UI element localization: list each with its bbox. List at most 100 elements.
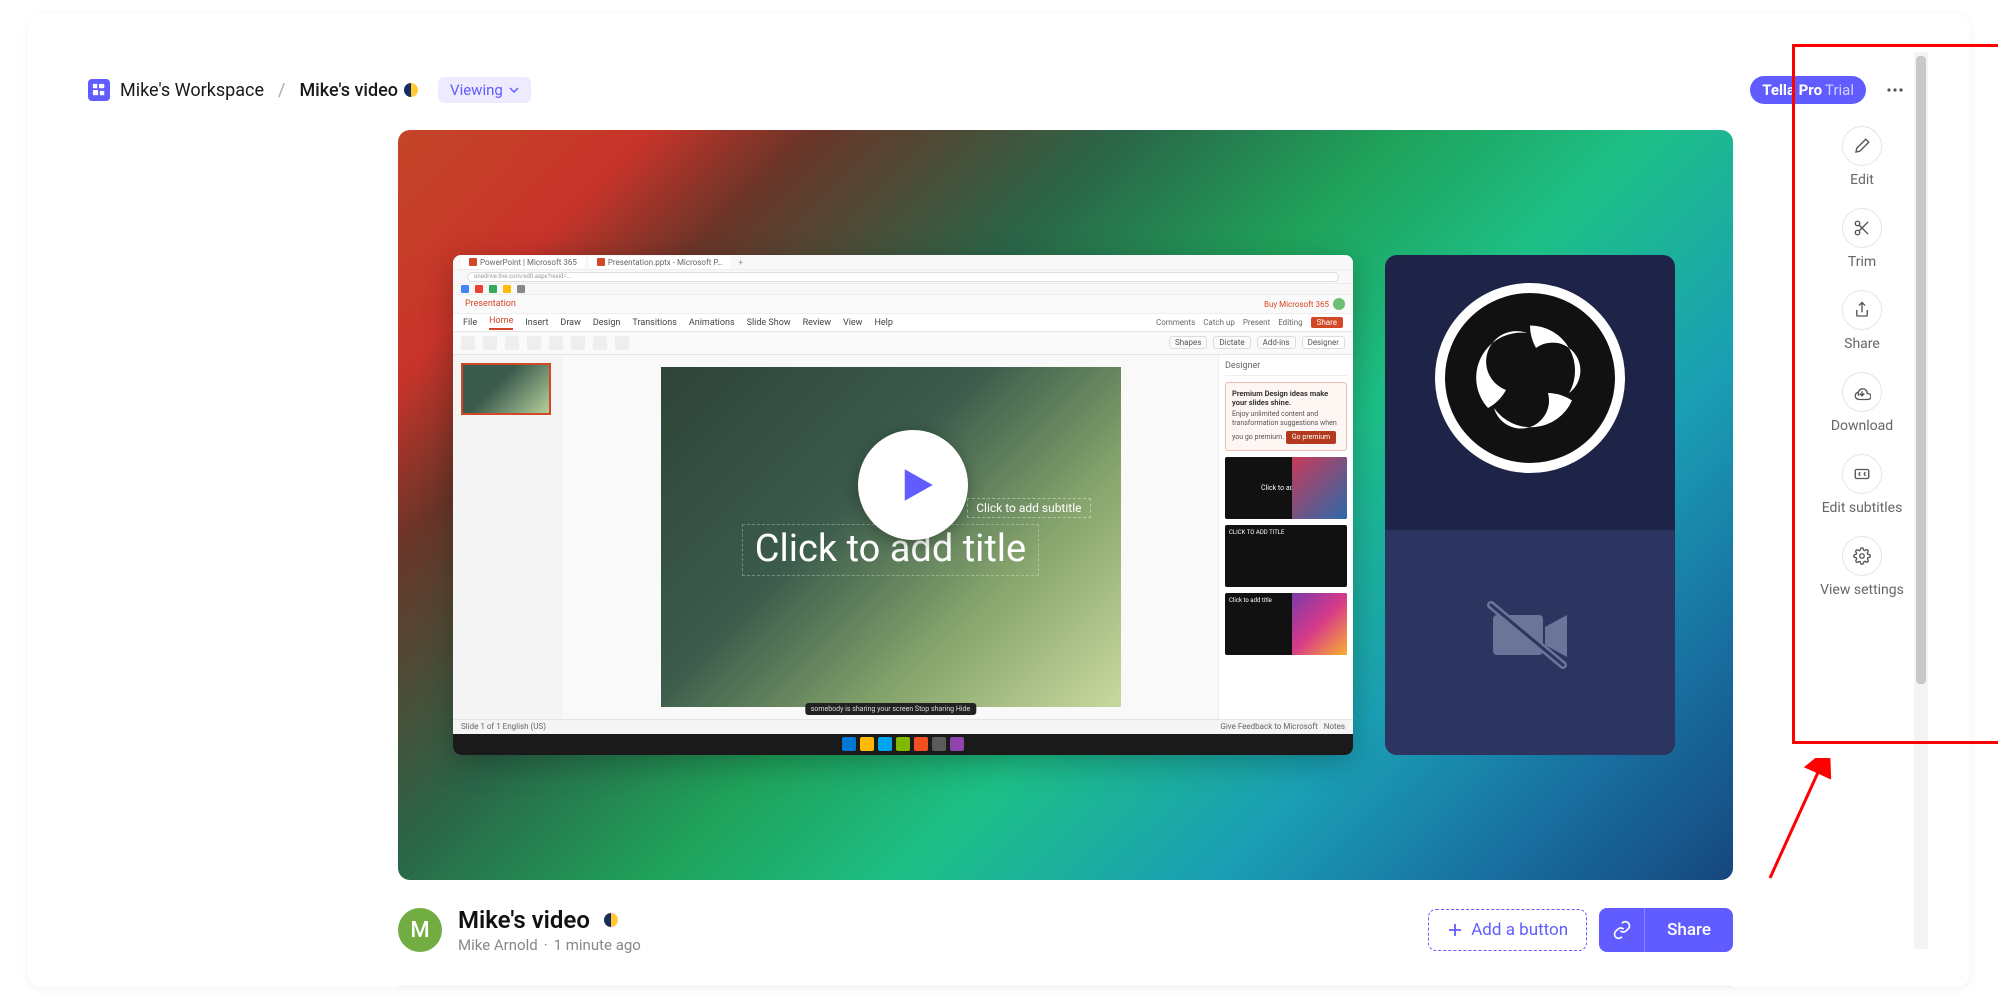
share-button[interactable]: Share: [1645, 908, 1733, 952]
view-settings-action[interactable]: View settings: [1820, 536, 1904, 598]
tool-icon: [593, 336, 607, 350]
design-suggestion-2: CLICK TO ADD TITLE: [1225, 525, 1347, 587]
timestamp: 1 minute ago: [554, 936, 641, 954]
privacy-dot-icon: [404, 83, 418, 97]
breadcrumb-video[interactable]: Mike's video: [299, 80, 398, 101]
link-icon: [1612, 920, 1632, 940]
copy-link-button[interactable]: [1599, 908, 1645, 952]
taskbar-icon: [950, 737, 964, 751]
bookmark-icon: [503, 285, 511, 293]
video-meta: Mike's video Mike Arnold·1 minute ago: [458, 906, 641, 954]
video-info-row: M Mike's video Mike Arnold·1 minute ago …: [398, 902, 1733, 958]
play-icon: [896, 464, 938, 506]
taskbar-icon: [896, 737, 910, 751]
subtitle-placeholder: Click to add subtitle: [967, 498, 1090, 518]
taskbar-icon: [914, 737, 928, 751]
ppt-toolbar: Shapes Dictate Add-ins Designer: [453, 332, 1353, 355]
bookmark-icon: [517, 285, 525, 293]
viewing-status-pill[interactable]: Viewing: [438, 77, 531, 103]
taskbar-icon: [878, 737, 892, 751]
bookmark-icon: [461, 285, 469, 293]
taskbar-icon: [860, 737, 874, 751]
tool-icon: [461, 336, 475, 350]
workspace-icon[interactable]: [88, 79, 110, 101]
designer-header: Designer: [1225, 361, 1347, 376]
edit-action[interactable]: Edit: [1842, 126, 1882, 188]
breadcrumb: Mike's Workspace / Mike's video: [120, 80, 418, 101]
ellipsis-icon: [1885, 80, 1905, 100]
ppt-app-header: Presentation Buy Microsoft 365: [453, 295, 1353, 314]
share-icon: [1853, 301, 1871, 319]
slide-thumbnails: [453, 355, 563, 719]
new-tab-icon: +: [738, 258, 743, 267]
breadcrumb-workspace[interactable]: Mike's Workspace: [120, 80, 264, 101]
download-icon: [1853, 383, 1871, 401]
browser-tab-1: PowerPoint | Microsoft 365: [461, 256, 585, 269]
pro-suffix: Trial: [1825, 81, 1854, 99]
premium-callout: Premium Design ideas make your slides sh…: [1225, 382, 1347, 452]
browser-tab-strip: PowerPoint | Microsoft 365 Presentation.…: [453, 255, 1353, 270]
windows-taskbar: [453, 734, 1353, 755]
scrollbar-thumb[interactable]: [1916, 56, 1926, 684]
plus-icon: [1447, 922, 1463, 938]
vertical-scrollbar[interactable]: [1914, 52, 1928, 949]
info-actions: Add a button Share: [1428, 908, 1733, 952]
slide-canvas: Click to add subtitle Click to add title…: [563, 355, 1218, 719]
obs-icon: [1455, 303, 1605, 453]
breadcrumb-separator: /: [278, 80, 285, 101]
bookmark-icon: [489, 285, 497, 293]
tool-icon: [615, 336, 629, 350]
slide-content: Click to add subtitle Click to add title: [661, 367, 1121, 707]
go-premium-btn: Go premium: [1286, 431, 1336, 444]
design-suggestion-3: Click to add title: [1225, 593, 1347, 655]
obs-logo: [1435, 283, 1625, 473]
trim-action[interactable]: Trim: [1842, 208, 1882, 270]
bookmarks-bar: [453, 284, 1353, 296]
divider: [398, 986, 1733, 987]
powerpoint-icon: [469, 258, 477, 266]
author-avatar[interactable]: M: [398, 908, 442, 952]
browser-address-bar: onedrive.live.com/edit.aspx?resid=...: [453, 270, 1353, 283]
taskbar-icon: [932, 737, 946, 751]
scissors-icon: [1853, 219, 1871, 237]
header-right: Tella ProTrial: [1750, 75, 1910, 105]
camera-off-icon: [1485, 601, 1575, 675]
action-sidebar: Edit Trim Share Download Edit subtitles …: [1812, 126, 1912, 598]
designer-panel: Designer Premium Design ideas make your …: [1218, 355, 1353, 719]
header-bar: Mike's Workspace / Mike's video Viewing …: [88, 74, 1910, 106]
url-field: onedrive.live.com/edit.aspx?resid=...: [467, 272, 1339, 282]
tool-icon: [527, 336, 541, 350]
download-action[interactable]: Download: [1831, 372, 1893, 434]
more-menu-button[interactable]: [1880, 75, 1910, 105]
bookmark-icon: [475, 285, 483, 293]
tool-icon: [483, 336, 497, 350]
chevron-down-icon: [509, 85, 519, 95]
slide-thumb-1: [461, 363, 551, 415]
app-frame: Mike's Workspace / Mike's video Viewing …: [28, 14, 1970, 987]
pencil-icon: [1853, 137, 1871, 155]
add-a-button[interactable]: Add a button: [1428, 909, 1587, 951]
sharing-strip: somebody is sharing your screen Stop sha…: [805, 703, 976, 715]
tool-icon: [571, 336, 585, 350]
viewing-label: Viewing: [450, 81, 503, 99]
share-action[interactable]: Share: [1842, 290, 1882, 352]
play-button[interactable]: [858, 430, 968, 540]
ppt-ribbon-tabs: File Home Insert Draw Design Transitions…: [453, 314, 1353, 331]
cc-icon: [1853, 465, 1871, 483]
buy-ms365-link: Buy Microsoft 365: [1264, 300, 1329, 309]
browser-tab-2: Presentation.pptx - Microsoft P…: [589, 256, 731, 269]
tool-icon: [505, 336, 519, 350]
status-bar: Slide 1 of 1 English (US) Give Feedback …: [453, 719, 1353, 734]
pro-label: Tella Pro: [1762, 81, 1822, 99]
taskbar-icon: [842, 737, 856, 751]
powerpoint-icon: [597, 258, 605, 266]
video-player[interactable]: PowerPoint | Microsoft 365 Presentation.…: [398, 130, 1733, 880]
tella-pro-badge[interactable]: Tella ProTrial: [1750, 76, 1866, 104]
edit-subtitles-action[interactable]: Edit subtitles: [1822, 454, 1903, 516]
user-avatar-icon: [1333, 298, 1345, 310]
gear-icon: [1853, 547, 1871, 565]
author-name: Mike Arnold: [458, 936, 538, 954]
tool-icon: [549, 336, 563, 350]
design-suggestion-1: Click to add title: [1225, 457, 1347, 519]
video-title: Mike's video: [458, 906, 590, 934]
